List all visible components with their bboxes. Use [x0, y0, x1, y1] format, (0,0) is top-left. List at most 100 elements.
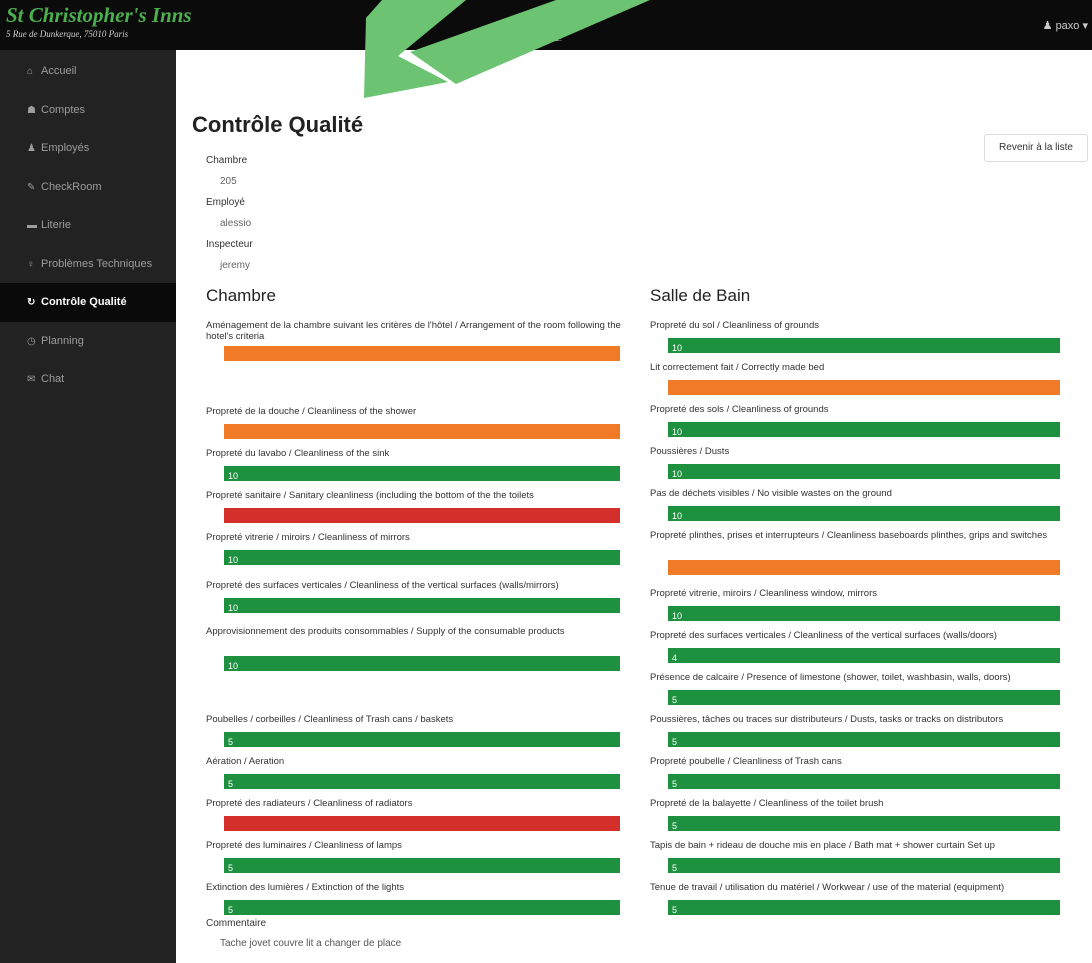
sidebar-item-label: Problèmes Techniques [41, 257, 153, 270]
score-value: 4 [672, 653, 678, 663]
criterion-label: Approvisionnement des produits consommab… [206, 626, 565, 637]
criterion-row: Propreté de la balayette / Cleanliness o… [650, 798, 1080, 831]
criterion-label: Propreté des radiateurs / Cleanliness of… [206, 798, 413, 809]
score-bar: 10 [224, 656, 620, 671]
criterion-label: Propreté des surfaces verticales / Clean… [650, 630, 997, 641]
sidebar-item-3[interactable]: ✎ CheckRoom [0, 168, 176, 207]
criterion-row: Tenue de travail / utilisation du matéri… [650, 882, 1080, 915]
score-value [224, 513, 228, 523]
score-value: 10 [228, 471, 239, 481]
user-menu[interactable]: ♟ paxo ▾ [1043, 19, 1088, 32]
score-value [224, 429, 228, 439]
lightbulb-icon: ♀ [27, 258, 35, 270]
brand-address: 5 Rue de Dunkerque, 75010 Paris [6, 29, 129, 39]
score-value [224, 821, 228, 831]
criterion-label: Poussières, tâches ou traces sur distrib… [650, 714, 1004, 725]
back-to-list-button[interactable]: Revenir à la liste [984, 134, 1088, 162]
criterion-label: Pas de déchets visibles / No visible was… [650, 488, 892, 499]
criterion-row: Poussières, tâches ou traces sur distrib… [650, 714, 1080, 747]
score-value: 10 [672, 427, 683, 437]
criterion-label: Propreté des luminaires / Cleanliness of… [206, 840, 402, 851]
score-bar: 5 [224, 732, 620, 747]
sidebar-item-1[interactable]: ☗ Comptes [0, 91, 176, 130]
score-bar: 10 [224, 598, 620, 613]
score-bar: 5 [224, 858, 620, 873]
score-bar: 5 [224, 774, 620, 789]
brand-logo[interactable]: St Christopher's Inns 5 Rue de Dunkerque… [6, 5, 192, 40]
logo-mark-icon [542, 22, 556, 32]
criterion-label: Propreté de la balayette / Cleanliness o… [650, 798, 884, 809]
criterion-label: Tapis de bain + rideau de douche mis en … [650, 840, 995, 851]
score-value: 5 [228, 737, 234, 747]
criterion-label: Propreté vitrerie, miroirs / Cleanliness… [650, 588, 878, 599]
score-value: 5 [228, 905, 234, 915]
score-value: 10 [228, 555, 239, 565]
user-name: paxo [1055, 20, 1080, 32]
criterion-row: Propreté des luminaires / Cleanliness of… [206, 840, 636, 873]
comment-label: Commentaire [206, 918, 267, 929]
criterion-label: Propreté vitrerie / miroirs / Cleanlines… [206, 532, 410, 543]
sidebar-item-6[interactable]: ↻ Contrôle Qualité [0, 283, 176, 322]
score-bar [224, 424, 620, 439]
score-bar: 5 [668, 732, 1060, 747]
criterion-row: Extinction des lumières / Extinction of … [206, 882, 636, 915]
criterion-row: Propreté des radiateurs / Cleanliness of… [206, 798, 636, 831]
user-icon: ♟ [27, 143, 36, 154]
info-label: Inspecteur [206, 239, 253, 250]
score-value: 5 [672, 779, 678, 789]
score-value: 5 [228, 779, 234, 789]
sidebar-item-2[interactable]: ♟ Employés [0, 129, 176, 168]
criterion-row: Propreté vitrerie, miroirs / Cleanliness… [650, 588, 1080, 621]
criterion-row: Tapis de bain + rideau de douche mis en … [650, 840, 1080, 873]
score-value: 10 [228, 661, 239, 671]
sidebar-item-4[interactable]: ▬ Literie [0, 206, 176, 245]
info-label: Employé [206, 197, 245, 208]
comment-value: Tache jovet couvre lit a changer de plac… [220, 938, 402, 949]
sidebar-item-label: Comptes [41, 103, 86, 116]
score-value [668, 565, 672, 575]
criterion-row: Aération / Aeration 5 [206, 756, 636, 789]
score-bar: 10 [668, 338, 1060, 353]
criterion-row: Lit correctement fait / Correctly made b… [650, 362, 1080, 395]
criterion-label: Propreté du sol / Cleanliness of grounds [650, 320, 819, 331]
center-logo-text: SMILE! [535, 34, 563, 43]
main-content: Contrôle Qualité Revenir à la liste Cham… [176, 50, 1092, 963]
criterion-row: Propreté plinthes, prises et interrupteu… [650, 530, 1080, 575]
score-bar: 5 [224, 900, 620, 915]
criterion-row: Pas de déchets visibles / No visible was… [650, 488, 1080, 521]
criterion-row: Propreté du sol / Cleanliness of grounds… [650, 320, 1080, 353]
criterion-row: Aménagement de la chambre suivant les cr… [206, 320, 636, 361]
criterion-row: Propreté des sols / Cleanliness of groun… [650, 404, 1080, 437]
info-label: Chambre [206, 155, 248, 166]
sidebar-item-0[interactable]: ⌂ Accueil [0, 52, 176, 91]
score-bar [668, 560, 1060, 575]
criterion-row: Présence de calcaire / Presence of limes… [650, 672, 1080, 705]
score-bar: 5 [668, 900, 1060, 915]
sidebar-item-7[interactable]: ◷ Planning [0, 322, 176, 361]
sidebar-item-label: Employés [41, 142, 90, 154]
score-value [668, 385, 672, 395]
sidebar-item-5[interactable]: ♀ Problèmes Techniques [0, 245, 176, 284]
score-bar [224, 508, 620, 523]
score-value: 10 [672, 611, 683, 621]
score-value: 10 [672, 343, 683, 353]
criterion-row: Propreté de la douche / Cleanliness of t… [206, 406, 636, 439]
score-bar: 4 [668, 648, 1060, 663]
score-bar: 10 [668, 606, 1060, 621]
criterion-label: Extinction des lumières / Extinction of … [206, 882, 405, 893]
score-bar [224, 346, 620, 361]
score-bar: 10 [668, 464, 1060, 479]
sidebar: ⌂ Accueil ☗ Comptes ♟ Employés ✎ CheckRoom ▬ Lite… [0, 50, 176, 963]
criterion-row: Propreté du lavabo / Cleanliness of the … [206, 448, 636, 481]
bathroom-heading: Salle de Bain [650, 286, 751, 305]
criterion-label: Propreté des sols / Cleanliness of groun… [650, 404, 829, 415]
score-value: 5 [672, 863, 678, 873]
top-navbar: St Christopher's Inns 5 Rue de Dunkerque… [0, 0, 1092, 50]
score-value: 10 [672, 511, 683, 521]
sidebar-item-label: Chat [41, 373, 65, 385]
info-value: jeremy [220, 260, 251, 271]
caret-down-icon: ▾ [1079, 20, 1088, 32]
sidebar-item-8[interactable]: ✉ Chat [0, 360, 176, 399]
home-icon: ⌂ [27, 66, 34, 77]
criterion-label: Propreté sanitaire / Sanitary cleanlines… [206, 490, 534, 501]
